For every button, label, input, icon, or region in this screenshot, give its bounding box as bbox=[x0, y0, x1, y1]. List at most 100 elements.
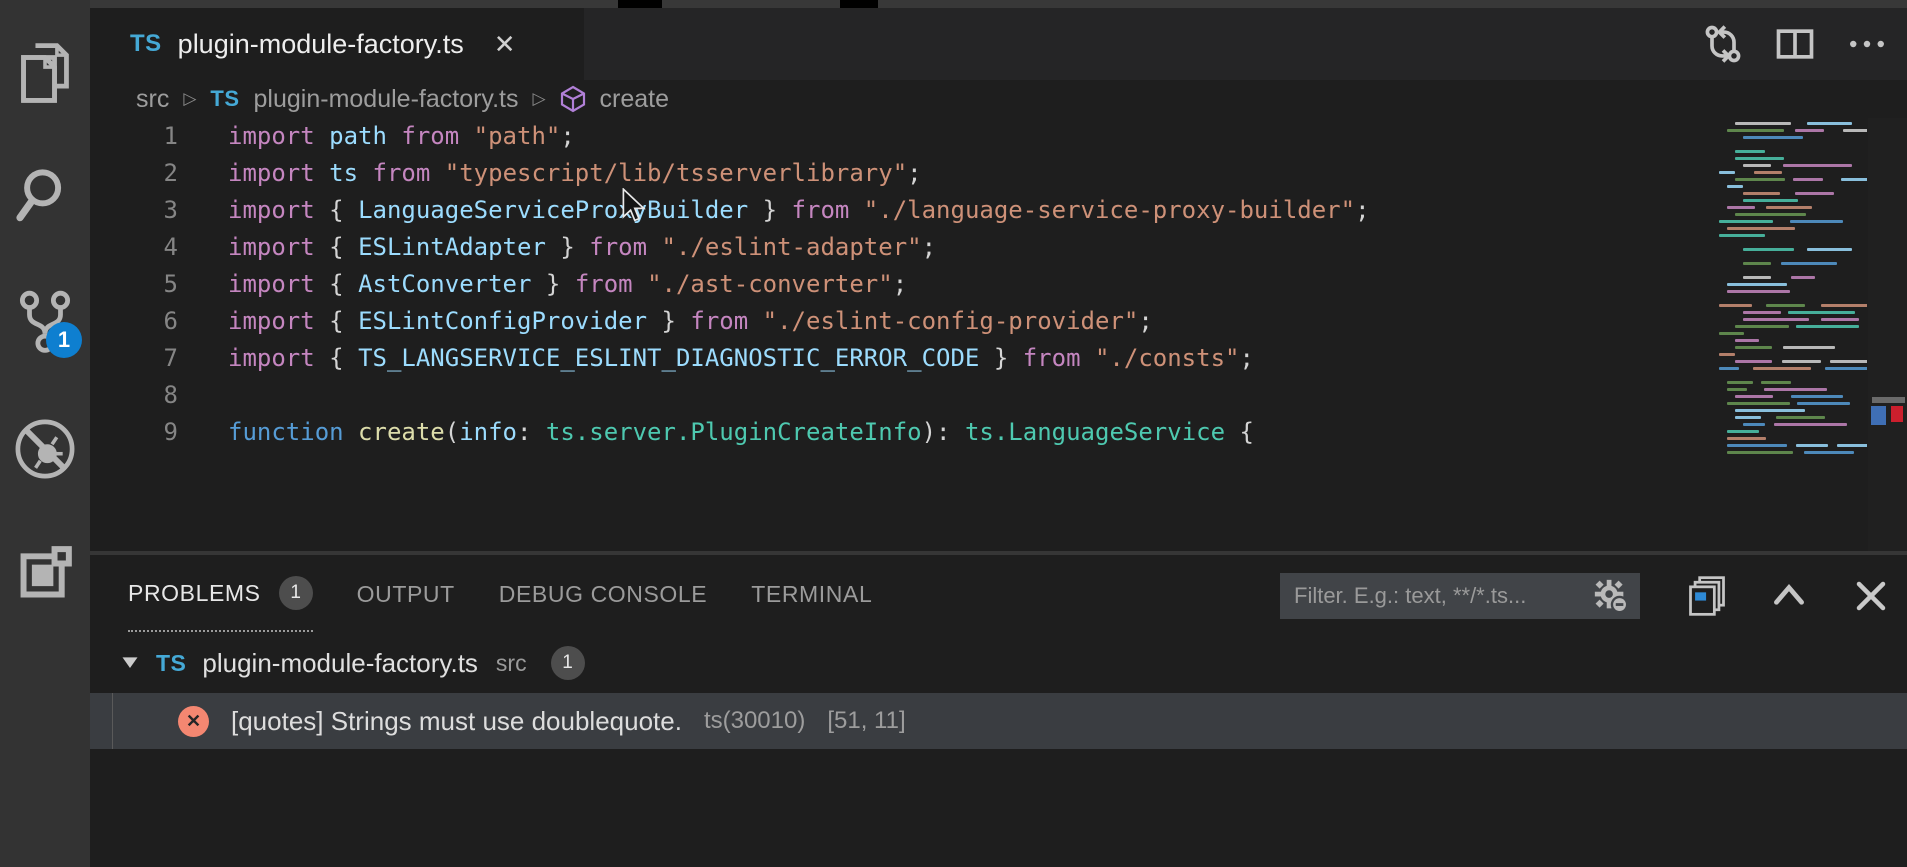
code-line[interactable]: import { AstConverter } from "./ast-conv… bbox=[228, 266, 907, 303]
code-token: ts bbox=[329, 159, 373, 187]
line-number[interactable]: 1 bbox=[90, 118, 178, 155]
code-token: import bbox=[228, 159, 330, 187]
line-number[interactable]: 9 bbox=[90, 414, 178, 451]
tab-output[interactable]: OUTPUT bbox=[357, 557, 455, 631]
open-changes-icon[interactable] bbox=[1701, 22, 1745, 66]
search-icon[interactable] bbox=[0, 150, 90, 240]
code-token: ts.LanguageService bbox=[964, 418, 1226, 446]
panel-tabs: PROBLEMS 1 OUTPUT DEBUG CONSOLE TERMINAL bbox=[128, 555, 872, 633]
minimap-line bbox=[1806, 122, 1852, 125]
code-token: ; bbox=[1355, 196, 1370, 224]
code-line[interactable]: import { TS_LANGSERVICE_ESLINT_DIAGNOSTI… bbox=[228, 340, 1254, 377]
code-token: AstConverter bbox=[358, 270, 546, 298]
problems-file-row[interactable]: TS plugin-module-factory.ts src 1 bbox=[90, 635, 1907, 691]
line-number[interactable]: 7 bbox=[90, 340, 178, 377]
problems-error-row[interactable]: ✕ [quotes] Strings must use doublequote.… bbox=[90, 693, 1907, 749]
code-token: from bbox=[690, 307, 763, 335]
minimap-line bbox=[1735, 150, 1766, 153]
twistie-icon[interactable] bbox=[120, 653, 140, 673]
minimap-line bbox=[1765, 206, 1813, 209]
split-editor-icon[interactable] bbox=[1773, 22, 1817, 66]
code-token: : bbox=[517, 418, 546, 446]
minimap-line bbox=[1735, 122, 1791, 125]
code-line[interactable]: import { LanguageServiceProxyBuilder } f… bbox=[228, 192, 1370, 229]
code-token: from bbox=[589, 233, 662, 261]
tab-plugin-module-factory[interactable]: TS plugin-module-factory.ts ✕ bbox=[90, 8, 584, 80]
code-line[interactable]: import path from "path"; bbox=[228, 118, 575, 155]
line-number[interactable]: 5 bbox=[90, 266, 178, 303]
minimap-line bbox=[1719, 220, 1774, 223]
code-line[interactable]: import { ESLintAdapter } from "./eslint-… bbox=[228, 229, 936, 266]
filter-gear-icon[interactable] bbox=[1592, 577, 1630, 615]
minimap-line bbox=[1727, 185, 1743, 188]
minimap-line bbox=[1727, 129, 1784, 132]
breadcrumb-root[interactable]: src bbox=[136, 85, 169, 114]
code-token: from bbox=[372, 159, 445, 187]
code-line[interactable]: import { ESLintConfigProvider } from "./… bbox=[228, 303, 1153, 340]
minimap-line bbox=[1782, 164, 1852, 167]
line-number[interactable]: 3 bbox=[90, 192, 178, 229]
line-number[interactable]: 6 bbox=[90, 303, 178, 340]
code-token: ( bbox=[444, 418, 460, 446]
minimap-line bbox=[1743, 136, 1803, 139]
minimap-line bbox=[1806, 248, 1852, 251]
minimap[interactable] bbox=[1717, 118, 1867, 551]
tab-bar: TS plugin-module-factory.ts ✕ bbox=[90, 8, 1907, 80]
code-token: ESLintConfigProvider bbox=[358, 307, 662, 335]
minimap-line bbox=[1727, 283, 1788, 286]
close-panel-icon[interactable] bbox=[1849, 574, 1893, 618]
tab-terminal-label: TERMINAL bbox=[751, 580, 873, 607]
minimap-line bbox=[1735, 416, 1762, 419]
minimap-line bbox=[1719, 353, 1736, 356]
ts-file-icon: TS bbox=[130, 30, 162, 57]
maximize-panel-icon[interactable] bbox=[1767, 574, 1811, 618]
more-actions-icon[interactable] bbox=[1845, 22, 1889, 66]
source-control-icon[interactable] bbox=[0, 278, 90, 368]
minimap-line bbox=[1761, 381, 1791, 384]
minimap-line bbox=[1794, 192, 1834, 195]
code-line[interactable]: function create(info: ts.server.PluginCr… bbox=[228, 414, 1254, 451]
code-line[interactable]: import ts from "typescript/lib/tsserverl… bbox=[228, 155, 922, 192]
code-token: { bbox=[329, 270, 359, 298]
minimap-line bbox=[1792, 178, 1823, 181]
minimap-line bbox=[1743, 248, 1795, 251]
minimap-line bbox=[1735, 213, 1807, 216]
tab-problems[interactable]: PROBLEMS 1 bbox=[128, 556, 313, 632]
code-token: from bbox=[791, 196, 864, 224]
source-control-badge: 1 bbox=[46, 322, 82, 358]
minimap-line bbox=[1719, 332, 1745, 335]
code-editor[interactable]: 1 import path from "path"; 2 import ts from… bbox=[90, 118, 1907, 551]
line-number[interactable]: 4 bbox=[90, 229, 178, 266]
activity-bar: 1 bbox=[0, 0, 90, 867]
breadcrumb-file[interactable]: plugin-module-factory.ts bbox=[254, 85, 519, 114]
minimap-line bbox=[1743, 262, 1771, 265]
code-token: "./eslint-config-provider" bbox=[762, 307, 1139, 335]
problems-filter-input[interactable]: Filter. E.g.: text, **/*.ts... bbox=[1280, 573, 1640, 619]
minimap-line bbox=[1842, 129, 1867, 132]
tab-title: plugin-module-factory.ts bbox=[177, 28, 464, 59]
tab-debug-console[interactable]: DEBUG CONSOLE bbox=[499, 557, 707, 631]
vscode-window: 1 TS plugin-module-factory.ts ✕ src ▷ TS… bbox=[0, 0, 1907, 867]
tab-close-icon[interactable]: ✕ bbox=[494, 29, 516, 60]
line-number[interactable]: 2 bbox=[90, 155, 178, 192]
code-token: LanguageServiceProxyBuilder bbox=[358, 196, 763, 224]
minimap-line bbox=[1727, 402, 1791, 405]
tab-terminal[interactable]: TERMINAL bbox=[751, 557, 872, 631]
explorer-icon[interactable] bbox=[0, 28, 90, 118]
breadcrumb-symbol[interactable]: create bbox=[600, 85, 669, 114]
minimap-slider-edge bbox=[1872, 397, 1905, 403]
problems-file-dir: src bbox=[495, 649, 527, 676]
minimap-line bbox=[1719, 304, 1753, 307]
code-token: } bbox=[993, 344, 1023, 372]
code-token: from bbox=[401, 122, 474, 150]
extensions-icon[interactable] bbox=[0, 528, 90, 618]
mouse-cursor bbox=[620, 187, 646, 229]
overview-ruler[interactable] bbox=[1868, 118, 1907, 551]
overview-info-marker bbox=[1871, 406, 1886, 425]
screen-artifact bbox=[618, 0, 662, 8]
switch-panel-icon[interactable] bbox=[1685, 574, 1729, 618]
minimap-line bbox=[1727, 437, 1766, 440]
line-number[interactable]: 8 bbox=[90, 377, 178, 414]
debug-disabled-icon[interactable] bbox=[0, 404, 90, 494]
tab-debug-console-label: DEBUG CONSOLE bbox=[498, 580, 708, 607]
